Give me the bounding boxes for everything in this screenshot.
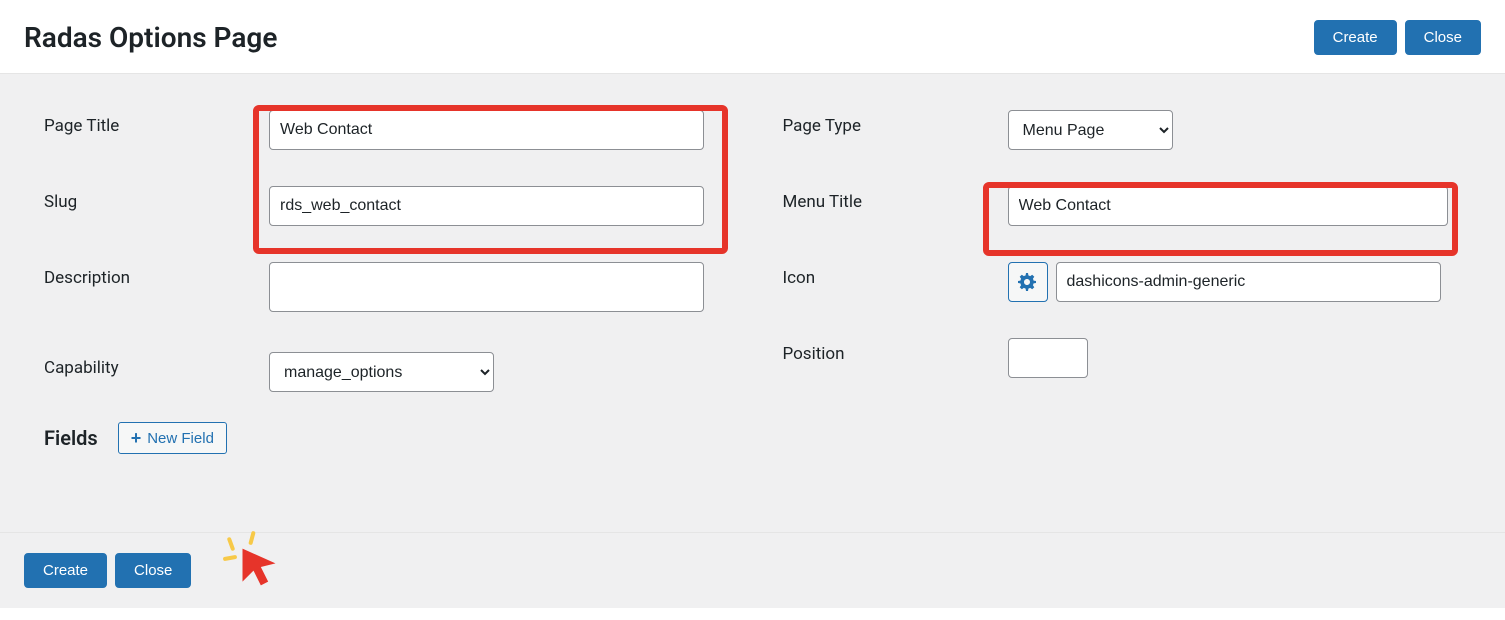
description-label: Description: [44, 262, 269, 288]
icon-label: Icon: [783, 262, 1008, 288]
page-title: Radas Options Page: [24, 21, 277, 54]
icon-input[interactable]: [1056, 262, 1441, 302]
page-title-label: Page Title: [44, 110, 269, 136]
page-type-select[interactable]: Menu Page: [1008, 110, 1173, 150]
position-label: Position: [783, 338, 1008, 364]
capability-label: Capability: [44, 352, 269, 378]
create-button-footer[interactable]: Create: [24, 553, 107, 588]
slug-input[interactable]: [269, 186, 704, 226]
capability-select[interactable]: manage_options: [269, 352, 494, 392]
slug-label: Slug: [44, 186, 269, 212]
menu-title-input[interactable]: [1008, 186, 1448, 226]
close-button[interactable]: Close: [1405, 20, 1481, 55]
fields-section-label: Fields: [44, 426, 98, 450]
page-title-input[interactable]: [269, 110, 704, 150]
create-button[interactable]: Create: [1314, 20, 1397, 55]
icon-picker-button[interactable]: [1008, 262, 1048, 302]
gear-icon: [1018, 272, 1038, 292]
plus-icon: +: [131, 429, 142, 447]
new-field-button-label: New Field: [147, 430, 214, 447]
header-buttons: Create Close: [1314, 20, 1481, 55]
close-button-footer[interactable]: Close: [115, 553, 191, 588]
new-field-button[interactable]: + New Field: [118, 422, 227, 454]
footer: Create Close: [0, 532, 1505, 608]
page-type-label: Page Type: [783, 110, 1008, 136]
header: Radas Options Page Create Close: [0, 0, 1505, 74]
position-input[interactable]: [1008, 338, 1088, 378]
menu-title-label: Menu Title: [783, 186, 1008, 212]
form-body: Page Title Slug Description: [0, 74, 1505, 532]
description-input[interactable]: [269, 262, 704, 312]
